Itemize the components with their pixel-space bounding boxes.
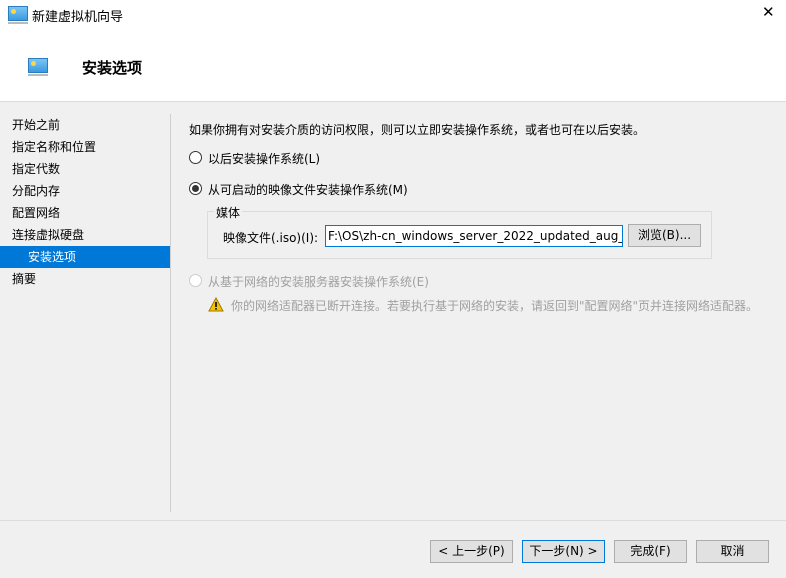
radio-install-network-label[interactable]: 从基于网络的安装服务器安装操作系统(E) [208,273,429,290]
finish-button[interactable]: 完成(F) [614,540,687,563]
next-button[interactable]: 下一步(N) > [522,540,605,563]
radio-install-network[interactable] [189,274,202,287]
intro-text: 如果你拥有对安装介质的访问权限，则可以立即安装操作系统，或者也可在以后安装。 [189,123,646,137]
vm-header-icon [28,58,48,76]
cancel-button[interactable]: 取消 [696,540,769,563]
media-group-label: 媒体 [214,204,243,221]
iso-path-input[interactable]: F:\OS\zh-cn_windows_server_2022_updated_… [325,225,623,247]
footer-divider [0,520,786,521]
sidebar-item-before-you-begin[interactable]: 开始之前 [0,114,170,136]
warning-icon [208,297,224,312]
sidebar-item-install-options[interactable]: 安装选项 [0,246,170,268]
sidebar-item-disk[interactable]: 连接虚拟硬盘 [0,224,170,246]
sidebar-item-network[interactable]: 配置网络 [0,202,170,224]
header-band: 新建虚拟机向导 ✕ 安装选项 [0,0,786,102]
iso-label: 映像文件(.iso)(I): [223,231,319,245]
sidebar-item-summary[interactable]: 摘要 [0,268,170,290]
warning-text: 你的网络适配器已断开连接。若要执行基于网络的安装，请返回到"配置网络"页并连接网… [231,299,759,313]
browse-button[interactable]: 浏览(B)... [628,224,701,247]
close-button[interactable]: ✕ [762,3,775,21]
sidebar: 开始之前 指定名称和位置 指定代数 分配内存 配置网络 连接虚拟硬盘 安装选项 … [0,114,171,512]
radio-install-later[interactable] [189,151,202,164]
page-title: 安装选项 [82,59,143,77]
prev-button[interactable]: < 上一步(P) [430,540,513,563]
window-title: 新建虚拟机向导 [32,10,124,25]
sidebar-item-generation[interactable]: 指定代数 [0,158,170,180]
radio-install-iso-label[interactable]: 从可启动的映像文件安装操作系统(M) [208,181,408,198]
radio-install-iso[interactable] [189,182,202,195]
vm-icon [8,6,28,24]
sidebar-item-name-location[interactable]: 指定名称和位置 [0,136,170,158]
radio-install-later-label[interactable]: 以后安装操作系统(L) [208,150,320,167]
sidebar-item-memory[interactable]: 分配内存 [0,180,170,202]
